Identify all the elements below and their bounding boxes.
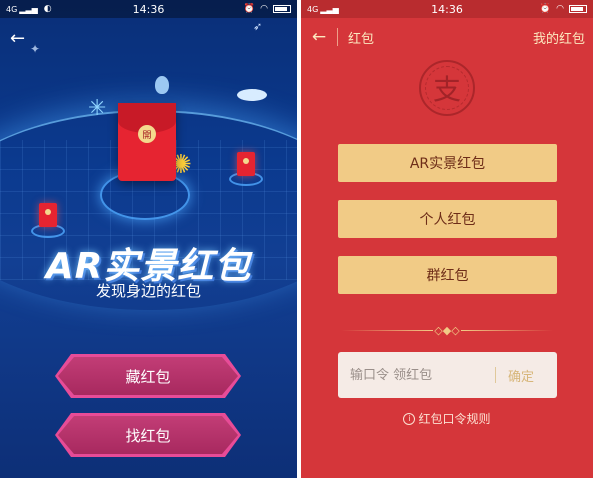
rules-link[interactable]: i 红包口令规则 bbox=[301, 410, 593, 427]
my-red-packets-link[interactable]: 我的红包 bbox=[533, 28, 593, 47]
info-icon: i bbox=[403, 412, 416, 425]
red-envelope-small[interactable] bbox=[39, 203, 57, 227]
satellite-icon: ✦ bbox=[30, 42, 41, 56]
rocket-icon: ➶ bbox=[253, 20, 263, 33]
balloon-icon bbox=[155, 76, 169, 94]
header-divider bbox=[337, 28, 338, 46]
status-time: 14:36 bbox=[431, 2, 463, 16]
battery-icon bbox=[569, 5, 587, 13]
status-bar: 4G ▂▃▅ ◐ 14:36 ⏰ ◠ bbox=[0, 0, 297, 18]
code-input[interactable] bbox=[350, 367, 495, 383]
envelope-seal: 開 bbox=[138, 125, 156, 143]
red-packet-home-screen: 4G ▂▃▅ 14:36 ⏰ ◠ ← 红包 我的红包 支 AR实景红包 个人红包… bbox=[301, 0, 593, 478]
ar-red-packet-button[interactable]: AR实景红包 bbox=[338, 144, 557, 182]
firework-icon: ✳ bbox=[88, 96, 107, 121]
group-red-packet-button[interactable]: 群红包 bbox=[338, 256, 557, 294]
decorative-divider: ◇◆◇ bbox=[341, 323, 553, 337]
page-subtitle: 发现身边的红包 bbox=[95, 282, 201, 300]
password-code-box: 确定 bbox=[338, 352, 557, 398]
blimp-icon bbox=[237, 89, 267, 101]
confirm-button[interactable]: 确定 bbox=[508, 366, 534, 385]
input-separator bbox=[495, 367, 496, 383]
ar-red-packet-screen: 4G ▂▃▅ ◐ 14:36 ⏰ ◠ ← ✦ ➶ ✳ ✺ 開 AR实景红包 发现… bbox=[0, 0, 297, 478]
find-red-packet-button[interactable]: 找红包 bbox=[58, 416, 238, 454]
app-header: ← 红包 我的红包 bbox=[301, 18, 593, 56]
battery-icon bbox=[273, 5, 291, 13]
back-arrow-icon[interactable]: ← bbox=[10, 28, 25, 49]
divider-line bbox=[461, 329, 553, 331]
status-bar: 4G ▂▃▅ 14:36 ⏰ ◠ bbox=[301, 0, 593, 18]
header-title: 红包 bbox=[348, 31, 375, 47]
personal-red-packet-button[interactable]: 个人红包 bbox=[338, 200, 557, 238]
logo-char: 支 bbox=[432, 73, 461, 106]
red-envelope-large[interactable]: 開 bbox=[118, 103, 176, 181]
divider-line bbox=[341, 329, 433, 331]
back-arrow-icon[interactable]: ← bbox=[301, 27, 337, 47]
alipay-logo: 支 bbox=[419, 60, 475, 116]
rules-label: 红包口令规则 bbox=[418, 412, 491, 426]
hide-red-packet-button[interactable]: 藏红包 bbox=[58, 357, 238, 395]
ornament-icon: ◇◆◇ bbox=[434, 323, 460, 337]
red-envelope-small[interactable] bbox=[237, 152, 255, 176]
status-time: 14:36 bbox=[132, 2, 165, 16]
